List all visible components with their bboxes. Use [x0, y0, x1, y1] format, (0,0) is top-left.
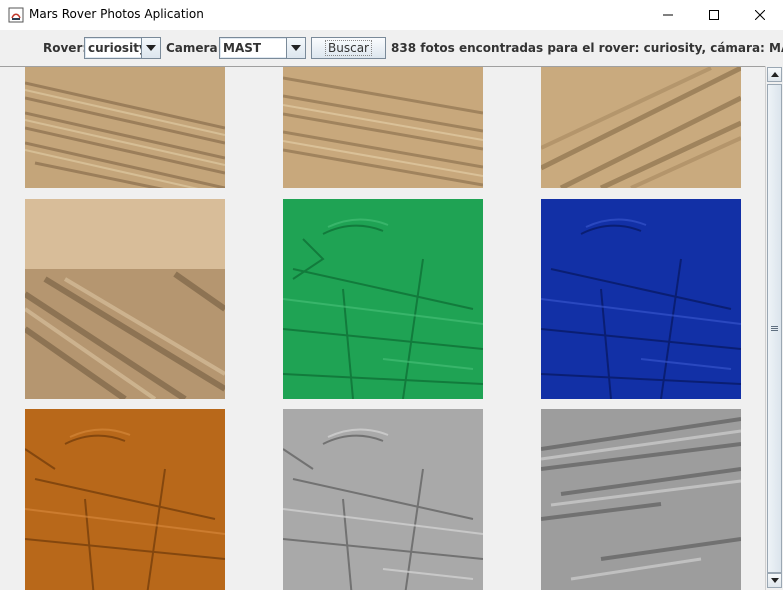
java-app-icon — [8, 7, 24, 23]
scroll-thumb[interactable] — [767, 84, 782, 573]
grip-line — [771, 330, 778, 331]
chevron-down-icon — [146, 45, 156, 51]
rover-label: Rover: — [43, 41, 88, 55]
rover-dropdown-button[interactable] — [141, 38, 160, 58]
rock-photo — [541, 199, 741, 399]
rock-photo — [541, 409, 741, 590]
search-button-label: Buscar — [325, 40, 372, 56]
camera-value: MAST — [221, 39, 287, 57]
camera-dropdown-button[interactable] — [286, 38, 305, 58]
rock-photo — [541, 67, 741, 188]
rock-photo — [25, 67, 225, 188]
maximize-button[interactable] — [691, 0, 737, 30]
vertical-scrollbar[interactable] — [765, 66, 783, 590]
maximize-icon — [709, 10, 719, 20]
grip-line — [771, 328, 778, 329]
grip-line — [771, 326, 778, 327]
rock-photo — [25, 409, 225, 590]
title-bar: Mars Rover Photos Aplication — [0, 0, 783, 30]
chevron-down-icon — [291, 45, 301, 51]
rock-photo — [283, 409, 483, 590]
rover-value: curiosity — [86, 39, 147, 57]
result-status-text: 838 fotos encontradas para el rover: cur… — [391, 41, 783, 55]
camera-label: Camera: — [166, 41, 223, 55]
search-button[interactable]: Buscar — [311, 37, 386, 59]
photo-grid — [0, 66, 765, 590]
window-title: Mars Rover Photos Aplication — [29, 7, 204, 21]
photo-thumbnail[interactable] — [25, 67, 225, 188]
arrow-up-icon — [770, 72, 779, 77]
photo-thumbnail[interactable] — [283, 199, 483, 399]
search-toolbar: Rover: curiosity Camera: MAST Buscar 838… — [0, 30, 783, 66]
minimize-button[interactable] — [645, 0, 691, 30]
photo-thumbnail[interactable] — [541, 67, 741, 188]
camera-combobox[interactable]: MAST — [219, 37, 306, 59]
photo-thumbnail[interactable] — [283, 67, 483, 188]
rover-combobox[interactable]: curiosity — [84, 37, 161, 59]
photo-thumbnail[interactable] — [541, 199, 741, 399]
scroll-down-button[interactable] — [767, 573, 782, 588]
rock-photo — [283, 199, 483, 399]
rock-photo — [25, 199, 225, 399]
photo-thumbnail[interactable] — [25, 409, 225, 590]
close-icon — [755, 10, 765, 20]
photo-thumbnail[interactable] — [283, 409, 483, 590]
photo-thumbnail[interactable] — [25, 199, 225, 399]
rock-photo — [283, 67, 483, 188]
arrow-down-icon — [770, 578, 779, 583]
minimize-icon — [663, 14, 673, 16]
photo-thumbnail[interactable] — [541, 409, 741, 590]
scroll-up-button[interactable] — [767, 67, 782, 82]
close-button[interactable] — [737, 0, 783, 30]
